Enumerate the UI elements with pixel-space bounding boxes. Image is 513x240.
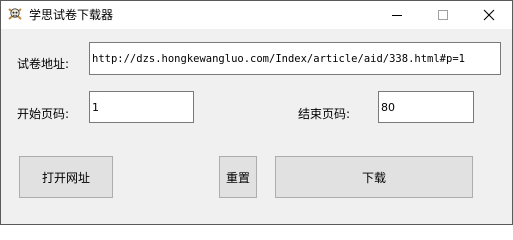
maximize-icon (438, 10, 448, 20)
reset-button[interactable]: 重置 (219, 156, 257, 198)
open-url-button[interactable]: 打开网址 (19, 156, 113, 198)
start-page-input[interactable]: 1 (89, 91, 194, 123)
url-input[interactable]: http://dzs.hongkewangluo.com/Index/artic… (89, 42, 501, 75)
title-bar[interactable]: 学思试卷下载器 (1, 1, 512, 29)
minimize-button[interactable] (374, 1, 420, 29)
close-icon (483, 9, 495, 21)
maximize-button[interactable] (420, 1, 466, 29)
download-button[interactable]: 下载 (275, 156, 473, 198)
window-title: 学思试卷下载器 (29, 8, 114, 22)
end-page-input[interactable]: 80 (378, 91, 474, 123)
minimize-icon (392, 15, 402, 16)
url-label: 试卷地址: (17, 57, 70, 71)
skull-crossbones-icon (7, 6, 23, 22)
end-page-label: 结束页码: (298, 107, 351, 121)
start-page-label: 开始页码: (17, 107, 70, 121)
close-button[interactable] (466, 1, 512, 29)
app-window: 学思试卷下载器 试卷地址: http://dzs.hongkewangluo.c… (0, 0, 513, 225)
